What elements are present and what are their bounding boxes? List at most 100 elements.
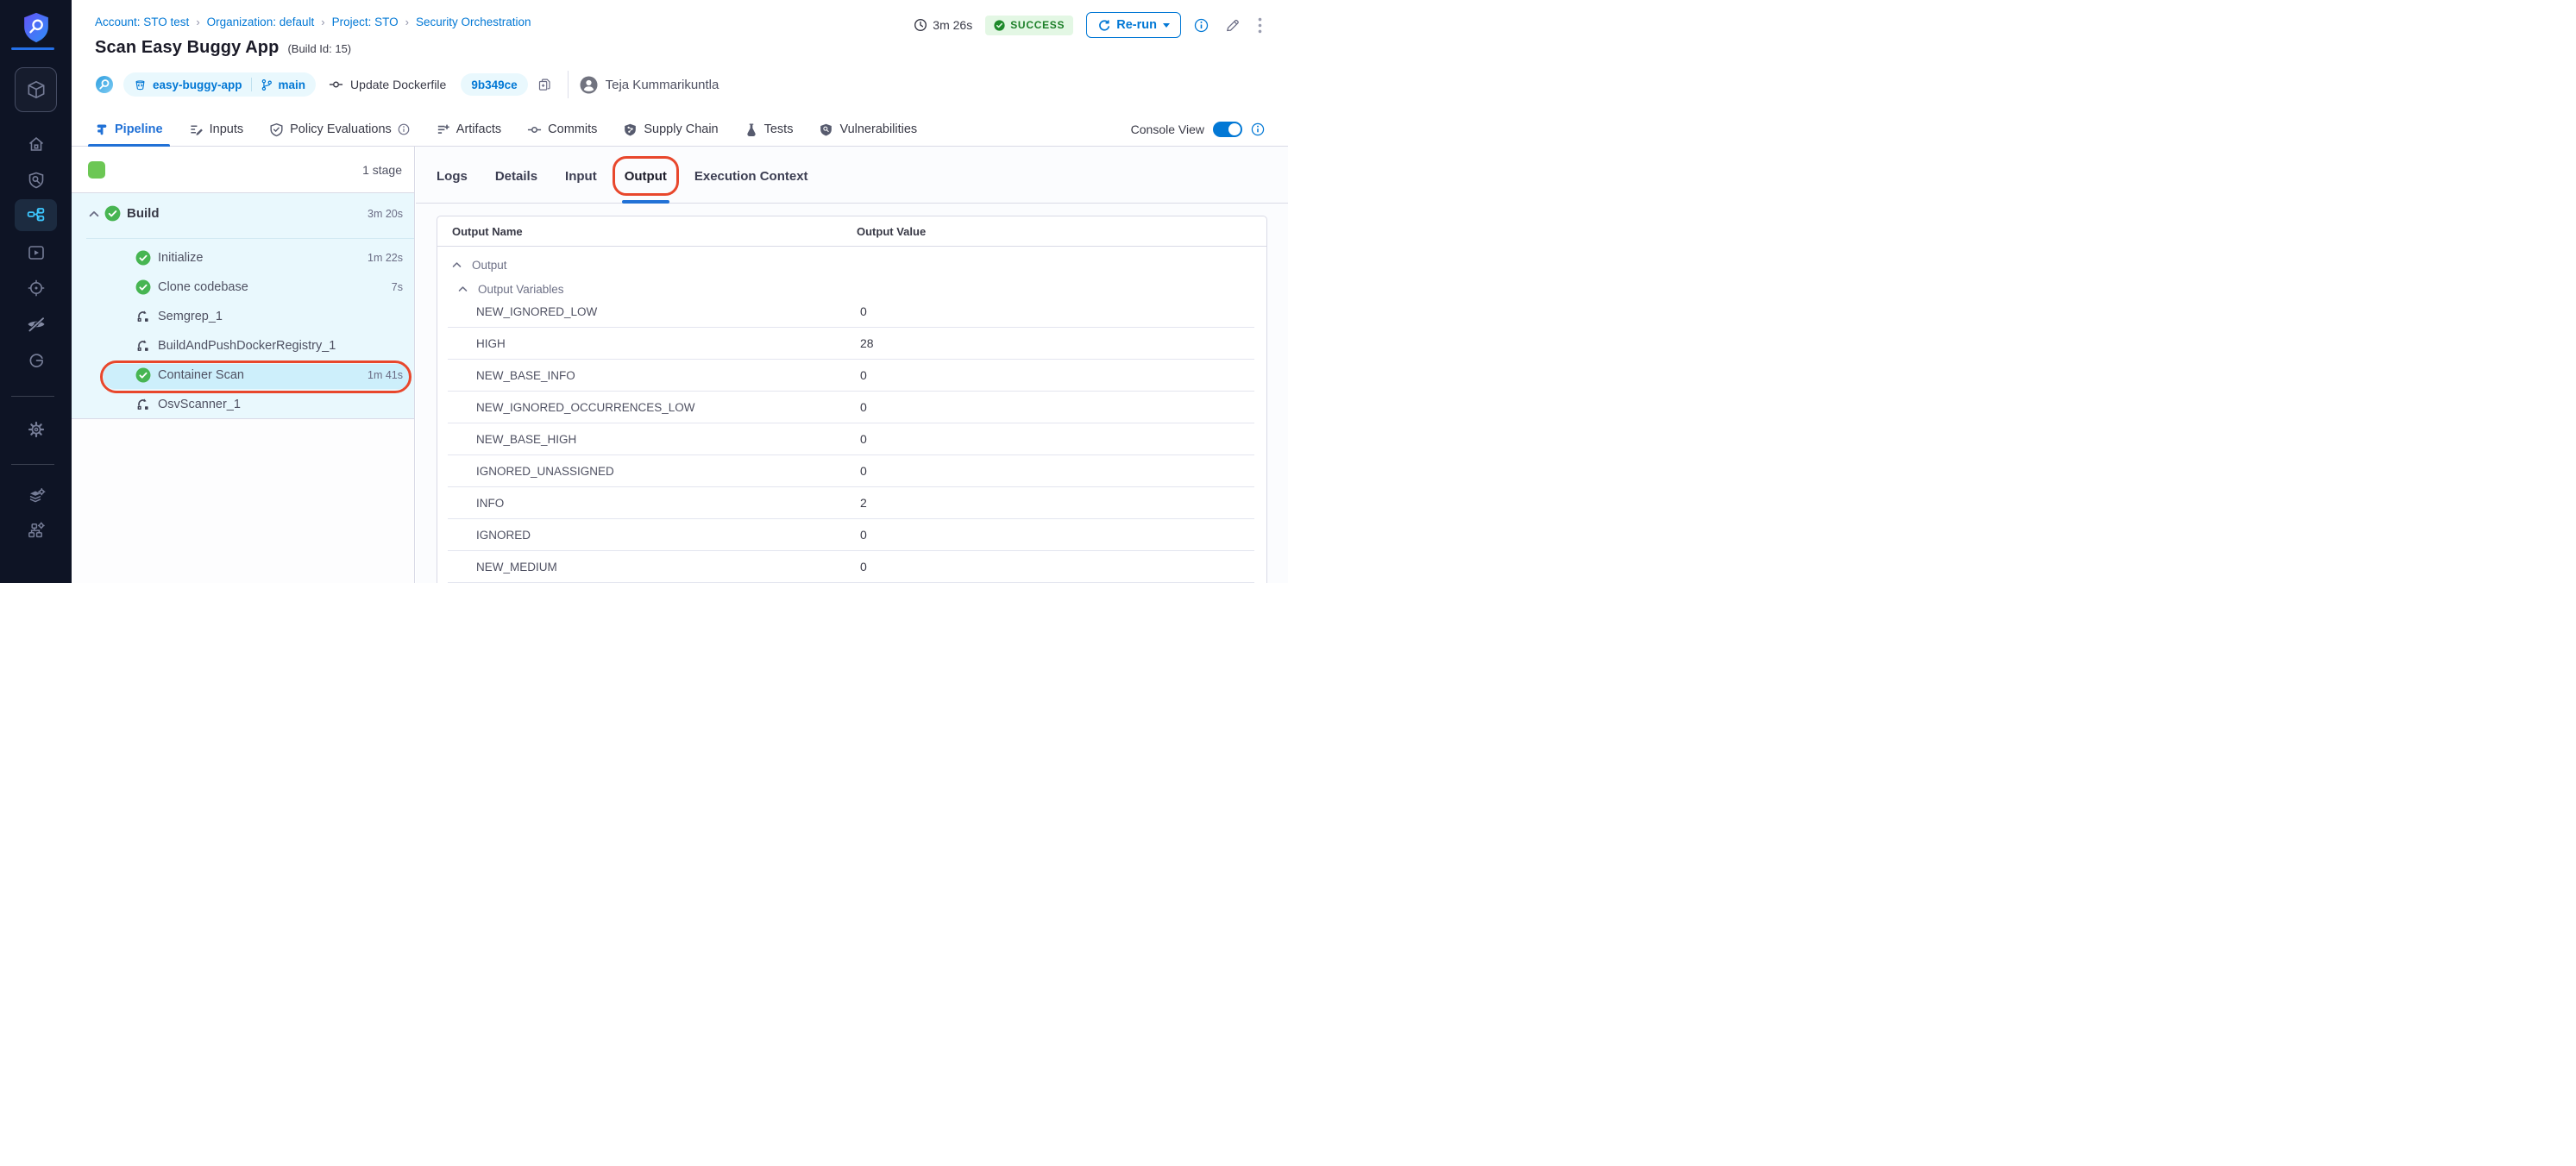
branch-name: main: [279, 78, 306, 91]
table-row: INFO2: [448, 487, 1254, 519]
execution-meta-row: easy-buggy-app main Update Dockerfile 9b…: [95, 72, 719, 97]
home-icon: [26, 134, 47, 154]
breadcrumb-organization[interactable]: Organization: default: [207, 16, 315, 28]
build-id-label: (Build Id: 15): [287, 42, 351, 55]
table-row: NEW_MEDIUM0: [448, 551, 1254, 583]
repository-icon: [134, 78, 147, 91]
pipeline-tab-icon: [95, 122, 109, 137]
breadcrumb-separator: ›: [405, 16, 409, 28]
pipelines-icon: [25, 204, 47, 226]
column-header-output-value: Output Value: [857, 216, 926, 247]
stage-row-build[interactable]: Build 3m 20s: [72, 193, 414, 235]
table-row: NEW_IGNORED_OCCURRENCES_LOW0: [448, 392, 1254, 423]
output-group-row[interactable]: Output: [452, 254, 507, 276]
console-view-label: Console View: [1131, 122, 1204, 136]
commit-sha: 9b349ce: [471, 78, 517, 91]
page-header: Account: STO test › Organization: defaul…: [72, 0, 1288, 112]
eye-off-icon: [26, 314, 47, 335]
commits-tab-icon: [527, 125, 542, 135]
commit-sha-chip[interactable]: 9b349ce: [461, 73, 527, 96]
info-icon[interactable]: [1194, 18, 1209, 33]
info-icon[interactable]: [398, 123, 410, 135]
stage-duration: 3m 20s: [368, 208, 403, 220]
vulnerabilities-tab-icon: [819, 122, 833, 137]
repo-branch-chip[interactable]: easy-buggy-app main: [123, 72, 316, 97]
sidebar-item-home[interactable]: [0, 134, 72, 154]
detail-tab-execution-context[interactable]: Execution Context: [694, 150, 808, 204]
refresh-icon: [1097, 19, 1110, 32]
rerun-button[interactable]: Re-run: [1086, 12, 1181, 38]
breadcrumb-account[interactable]: Account: STO test: [95, 16, 189, 28]
success-check-icon: [994, 20, 1005, 31]
sto-logo-icon[interactable]: [0, 11, 72, 44]
divider: [86, 238, 414, 239]
clock-icon: [914, 18, 927, 32]
column-header-output-name: Output Name: [452, 216, 523, 247]
commit-message: Update Dockerfile: [350, 78, 446, 91]
git-branch-icon: [261, 78, 273, 91]
detail-tab-output[interactable]: Output: [625, 150, 667, 204]
sidebar-item-scans[interactable]: [0, 170, 72, 191]
tab-vulnerabilities[interactable]: Vulnerabilities: [819, 112, 917, 147]
step-group-icon: [135, 309, 150, 323]
gear-icon: [26, 419, 47, 440]
execution-tabbar: Pipeline Inputs Policy Evaluations: [72, 112, 1288, 147]
tab-supply-chain[interactable]: Supply Chain: [623, 112, 718, 147]
target-icon: [26, 278, 47, 298]
kebab-menu-icon[interactable]: [1258, 17, 1262, 34]
detail-tab-logs[interactable]: Logs: [437, 150, 468, 204]
detail-tab-input[interactable]: Input: [565, 150, 597, 204]
execution-duration: 3m 26s: [914, 18, 972, 32]
detail-tab-details[interactable]: Details: [495, 150, 537, 204]
inputs-tab-icon: [189, 122, 204, 137]
sto-mini-logo-icon: [95, 75, 114, 94]
stage-panel-header: 1 stage: [72, 147, 414, 193]
module-switcher-button[interactable]: [15, 67, 57, 112]
tab-pipeline[interactable]: Pipeline: [95, 112, 163, 147]
sidebar-item-pipelines[interactable]: [0, 204, 72, 226]
sidebar-item-default-settings[interactable]: [0, 486, 72, 507]
sidebar-item-exemptions[interactable]: [0, 314, 72, 335]
get-started-icon: [26, 350, 47, 371]
chevron-up-icon[interactable]: [452, 261, 462, 268]
step-row-initialize[interactable]: Initialize 1m 22s: [72, 243, 414, 273]
console-view-toggle[interactable]: [1213, 122, 1242, 137]
step-row-container-scan[interactable]: Container Scan 1m 41s: [72, 360, 414, 390]
tab-tests[interactable]: Tests: [745, 112, 794, 147]
chip-divider: [251, 78, 252, 91]
shield-search-icon: [26, 170, 47, 191]
edit-pencil-icon[interactable]: [1225, 18, 1240, 33]
tab-commits[interactable]: Commits: [527, 112, 597, 147]
step-row-clone-codebase[interactable]: Clone codebase 7s: [72, 273, 414, 302]
success-check-icon: [135, 367, 151, 383]
output-table-card: Output Name Output Value Output Output V…: [437, 216, 1267, 583]
info-icon[interactable]: [1251, 122, 1265, 136]
tab-policy-evaluations[interactable]: Policy Evaluations: [269, 112, 410, 147]
step-row-osvscanner[interactable]: OsvScanner_1: [72, 390, 414, 419]
breadcrumb-project[interactable]: Project: STO: [332, 16, 399, 28]
step-row-build-and-push[interactable]: BuildAndPushDockerRegistry_1: [72, 331, 414, 360]
sidebar-item-get-started[interactable]: [0, 350, 72, 371]
step-row-semgrep[interactable]: Semgrep_1: [72, 302, 414, 331]
table-row: NEW_BASE_INFO0: [448, 360, 1254, 392]
sidebar-item-account-settings[interactable]: [0, 520, 72, 541]
pipeline-stage-panel: 1 stage Build 3m 20s Initialize: [72, 147, 415, 583]
sidebar-item-executions[interactable]: [0, 242, 72, 263]
step-group-icon: [135, 397, 150, 411]
vertical-divider: [568, 71, 569, 98]
chevron-up-icon[interactable]: [458, 285, 468, 292]
success-check-icon: [104, 205, 121, 222]
copy-icon[interactable]: [537, 78, 551, 92]
avatar: [580, 76, 598, 94]
sidebar-item-test-targets[interactable]: [0, 278, 72, 298]
policy-evaluations-tab-icon: [269, 122, 284, 137]
step-details-tabbar: Logs Details Input Output Execution Cont…: [416, 147, 1288, 204]
tab-artifacts[interactable]: Artifacts: [436, 112, 501, 147]
tab-inputs[interactable]: Inputs: [189, 112, 244, 147]
chevron-up-icon[interactable]: [89, 210, 99, 217]
left-nav-sidebar: [0, 0, 72, 583]
sidebar-item-project-settings[interactable]: [0, 419, 72, 440]
breadcrumb-module[interactable]: Security Orchestration: [416, 16, 531, 28]
table-row: IGNORED0: [448, 519, 1254, 551]
breadcrumb-separator: ›: [196, 16, 199, 28]
